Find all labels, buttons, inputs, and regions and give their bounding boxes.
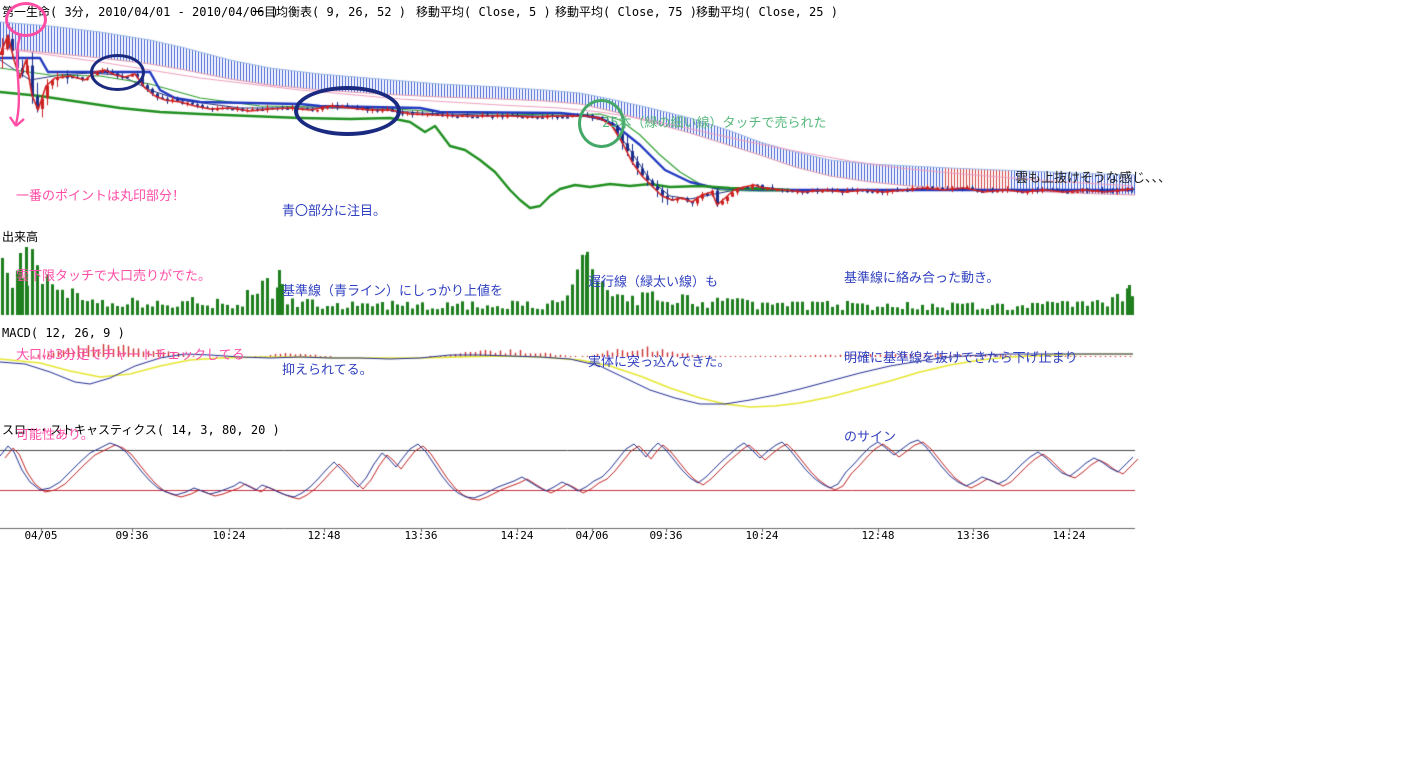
annotation-line: 遅行線（緑太い線）も: [588, 270, 730, 297]
chart-window: 第一生命( 3分, 2010/04/01 - 2010/04/06 ) 一目均衡…: [0, 0, 1416, 768]
annotation-blue-note-entangled: 基準線に絡み合った動き。 明確に基準線を抜けてきたら下げ止まり のサイン: [844, 213, 1078, 505]
annotation-circle-pink: [5, 2, 47, 37]
annotation-pink-note: 一番のポイントは丸印部分！ 雲下限タッチで大口売りがでた。 大口は3分足でチャー…: [16, 131, 245, 502]
annotation-line: 25本（緑の細い線）タッチで売られた: [602, 111, 827, 138]
x-axis-tick-label: 04/06: [575, 529, 608, 542]
annotation-line: 抑えられてる。: [282, 358, 503, 385]
annotation-line: 基準線に絡み合った動き。: [844, 266, 1078, 293]
x-axis-tick-label: 12:48: [861, 529, 894, 542]
annotation-circle-navy-small: [90, 54, 145, 91]
x-axis-tick-label: 13:36: [956, 529, 989, 542]
annotation-line: 青〇部分に注目。: [282, 199, 503, 226]
x-axis-tick-label: 14:24: [1052, 529, 1085, 542]
x-axis-tick-label: 09:36: [115, 529, 148, 542]
x-axis-tick-label: 10:24: [745, 529, 778, 542]
annotation-blue-note-kijun: 青〇部分に注目。 基準線（青ライン）にしっかり上値を 抑えられてる。: [282, 146, 503, 438]
indicator-label-ma75: 移動平均( Close, 75 ): [555, 3, 697, 20]
pink-arrow-icon: [6, 36, 32, 132]
x-axis-tick-label: 10:24: [212, 529, 245, 542]
annotation-line: 基準線（青ライン）にしっかり上値を: [282, 279, 503, 306]
x-axis-tick-label: 09:36: [649, 529, 682, 542]
annotation-line: 実体に突っ込んできた。: [588, 350, 730, 377]
x-axis-tick-label: 14:24: [500, 529, 533, 542]
annotation-line: のサイン: [844, 425, 1078, 452]
annotation-blue-note-lagging: 遅行線（緑太い線）も 実体に突っ込んできた。: [588, 217, 730, 429]
x-axis-tick-label: 13:36: [404, 529, 437, 542]
annotation-line: 一番のポイントは丸印部分！: [16, 184, 245, 211]
annotation-ellipse-navy-large: [294, 86, 401, 136]
annotation-line: 雲も上抜けそうな感じ、、、: [1015, 166, 1171, 193]
x-axis-tick-label: 12:48: [307, 529, 340, 542]
x-axis-tick-label: 04/05: [24, 529, 57, 542]
indicator-label-ma5: 移動平均( Close, 5 ): [416, 3, 551, 20]
annotation-line: 明確に基準線を抜けてきたら下げ止まり: [844, 346, 1078, 373]
annotation-black-note: 雲も上抜けそうな感じ、、、: [1015, 113, 1171, 246]
annotation-line: 可能性あり。: [16, 423, 245, 450]
annotation-line: 大口は3分足でチャートチェックしてる: [16, 343, 245, 370]
annotation-line: 雲下限タッチで大口売りがでた。: [16, 264, 245, 291]
indicator-label-ma25: 移動平均( Close, 25 ): [696, 3, 838, 20]
indicator-label-ichimoku: 一目均衡表( 9, 26, 52 ): [252, 3, 406, 20]
annotation-green-note: 25本（緑の細い線）タッチで売られた: [602, 58, 827, 191]
